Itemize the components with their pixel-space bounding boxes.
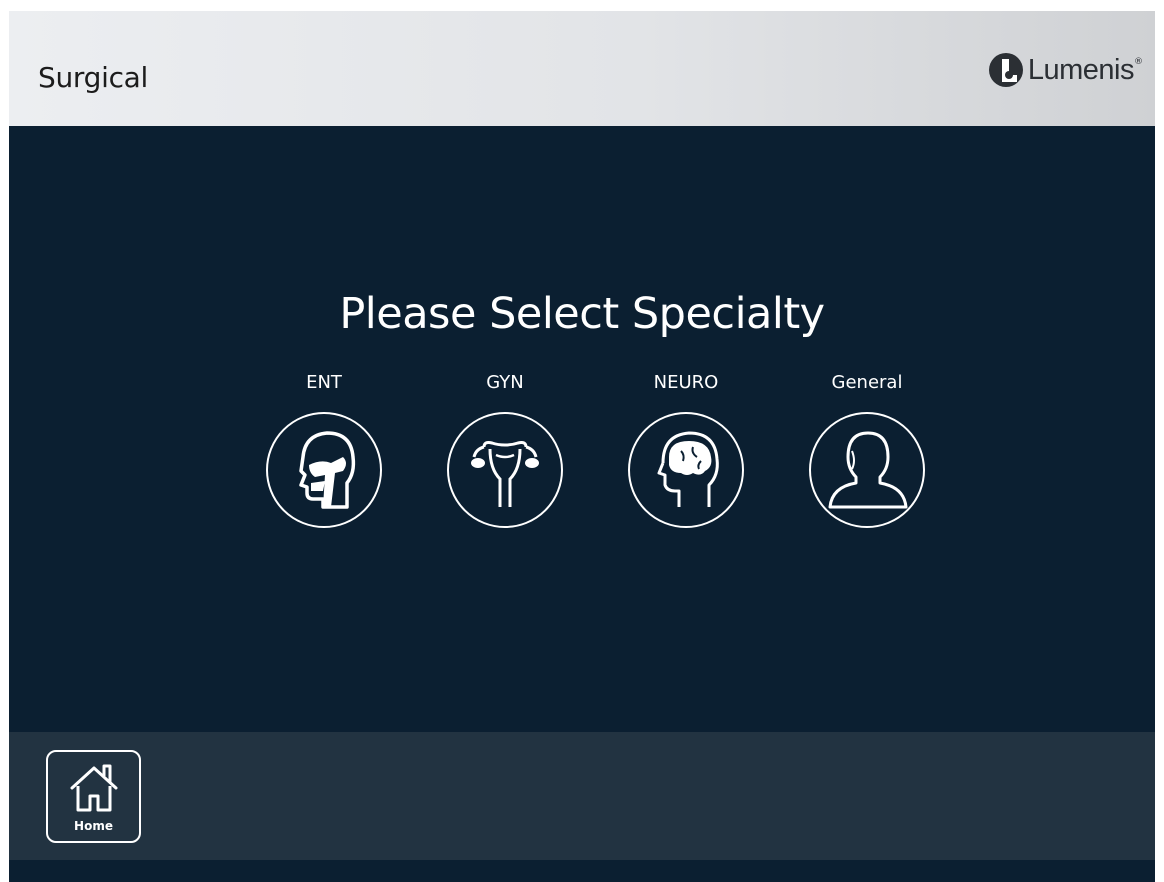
footer-bar: Home [9, 732, 1155, 860]
specialty-label: General [831, 372, 903, 393]
brain-head-icon [628, 412, 744, 528]
house-icon [70, 764, 118, 812]
page-title: Please Select Specialty [339, 289, 825, 339]
home-button[interactable]: Home [46, 750, 141, 843]
specialty-neuro-button[interactable]: NEURO [626, 371, 746, 529]
specialty-gyn-button[interactable]: GYN [445, 371, 565, 529]
app-title: Surgical [38, 61, 149, 94]
lumenis-logo-icon [988, 53, 1023, 87]
specialty-ent-button[interactable]: ENT [264, 371, 384, 529]
app-window: Surgical Lumenis ® Please Select Specialt… [9, 11, 1155, 882]
brand-name: Lumenis [1027, 53, 1135, 86]
registered-mark: ® [1134, 57, 1143, 67]
specialty-label: GYN [486, 372, 524, 393]
head-airway-icon [266, 412, 382, 528]
lumenis-logo: Lumenis ® [987, 51, 1143, 89]
specialty-label: NEURO [653, 372, 719, 393]
uterus-icon [447, 412, 563, 528]
person-icon [809, 412, 925, 528]
specialty-general-button[interactable]: General [807, 371, 927, 529]
specialty-label: ENT [306, 372, 342, 393]
home-label: Home [74, 819, 113, 833]
header-bar: Surgical Lumenis ® [9, 11, 1155, 126]
